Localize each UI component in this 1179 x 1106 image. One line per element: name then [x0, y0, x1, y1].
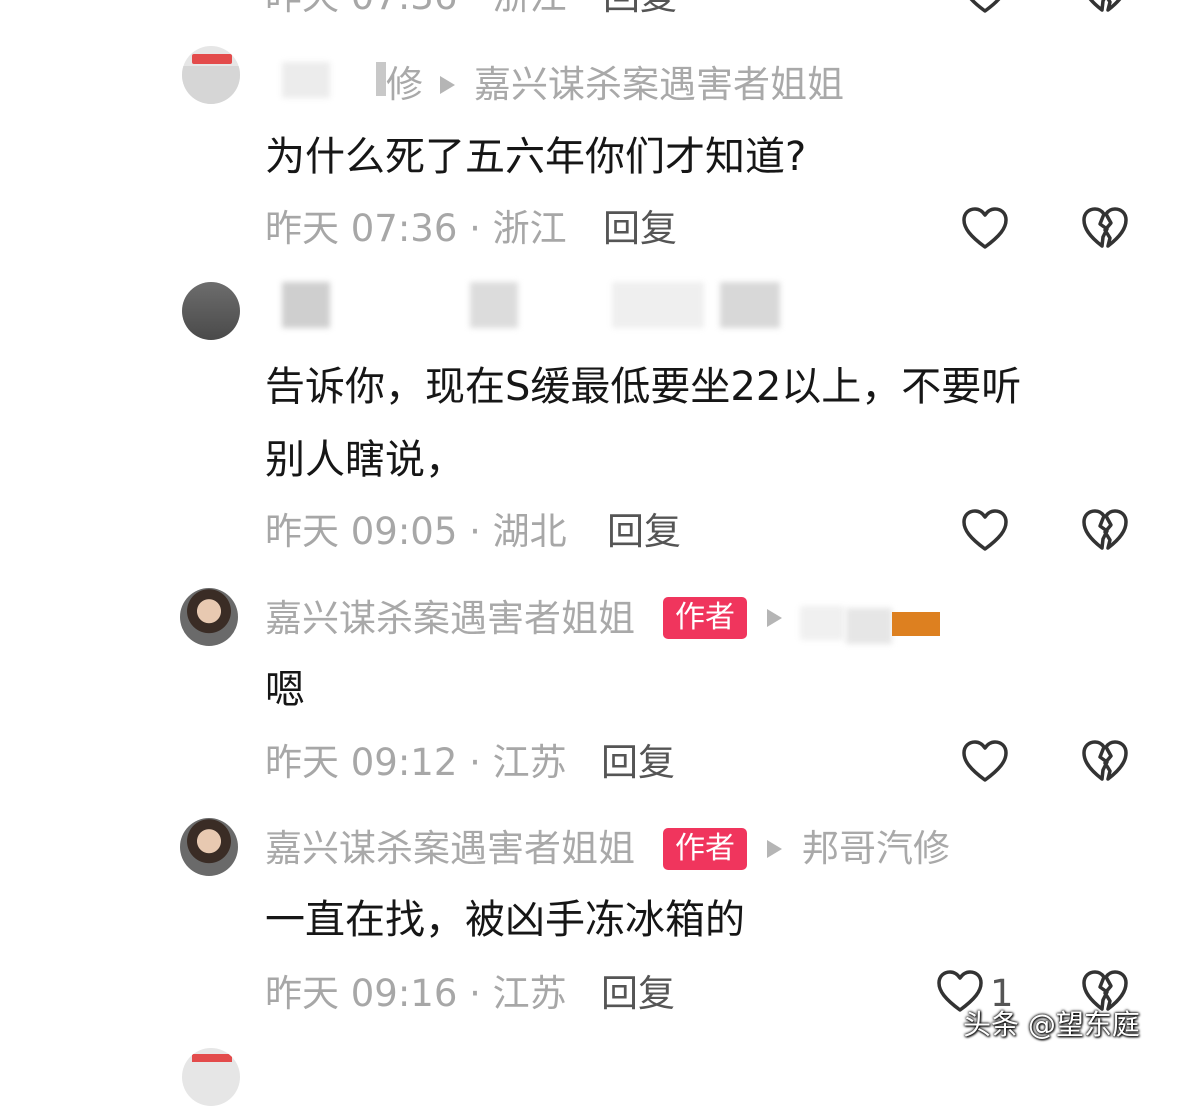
heart-outline-icon[interactable] [960, 737, 1010, 787]
redacted-mark [376, 62, 386, 96]
comment-text: 一直在找，被凶手冻冰箱的 [265, 897, 745, 943]
heart-outline-icon[interactable] [960, 0, 1010, 18]
reply-arrow-icon [767, 840, 782, 858]
author-badge: 作者 [663, 597, 747, 639]
broken-heart-icon[interactable] [1080, 0, 1130, 18]
redacted-username [470, 282, 518, 328]
reply-button[interactable]: 回复 [603, 210, 677, 247]
reply-button[interactable]: 回复 [607, 513, 681, 550]
reply-arrow-icon [767, 609, 782, 627]
author-badge: 作者 [663, 828, 747, 870]
redacted-username [282, 62, 330, 98]
comment-text: 别人瞎说， [265, 437, 465, 483]
comment-text: 为什么死了五六年你们才知道? [265, 134, 807, 180]
username[interactable]: 修 [386, 66, 423, 103]
author-avatar[interactable] [180, 588, 238, 646]
redacted-username [612, 282, 704, 328]
comment-text: 告诉你，现在S缓最低要坐22以上，不要听 [265, 364, 1022, 410]
reply-arrow-icon [440, 76, 455, 94]
comment-meta: 昨天 09:05 · 湖北 [265, 510, 567, 553]
reply-to-username[interactable]: 嘉兴谋杀案遇害者姐姐 [474, 66, 844, 103]
heart-outline-icon[interactable] [960, 506, 1010, 556]
username[interactable]: 嘉兴谋杀案遇害者姐姐 [265, 600, 635, 637]
avatar[interactable] [182, 46, 240, 104]
broken-heart-icon[interactable] [1080, 737, 1130, 787]
reply-to-username[interactable]: 邦哥汽修 [802, 830, 950, 867]
heart-outline-icon[interactable] [960, 204, 1010, 254]
reply-button[interactable]: 回复 [603, 0, 677, 15]
comment-meta: 昨天 09:16 · 江苏 [265, 972, 567, 1015]
avatar[interactable] [182, 282, 240, 340]
broken-heart-icon[interactable] [1080, 204, 1130, 254]
reply-button[interactable]: 回复 [601, 975, 675, 1012]
redacted-username [282, 282, 330, 328]
comment-meta: 昨天 07:36 · 浙江 [265, 207, 567, 250]
reply-button[interactable]: 回复 [601, 744, 675, 781]
comment-meta: 昨天 09:12 · 江苏 [265, 741, 567, 784]
avatar[interactable] [182, 1048, 240, 1106]
comment-meta: 昨天 07:36 · 浙江 [265, 0, 567, 15]
redacted-username [800, 606, 844, 640]
username[interactable]: 嘉兴谋杀案遇害者姐姐 [265, 830, 635, 867]
redacted-username [846, 608, 892, 644]
redacted-username [892, 612, 940, 636]
watermark: 头条 @望东庭 [963, 1008, 1140, 1041]
comment-text: 嗯 [265, 667, 305, 713]
author-avatar[interactable] [180, 818, 238, 876]
broken-heart-icon[interactable] [1080, 506, 1130, 556]
redacted-username [720, 282, 780, 328]
